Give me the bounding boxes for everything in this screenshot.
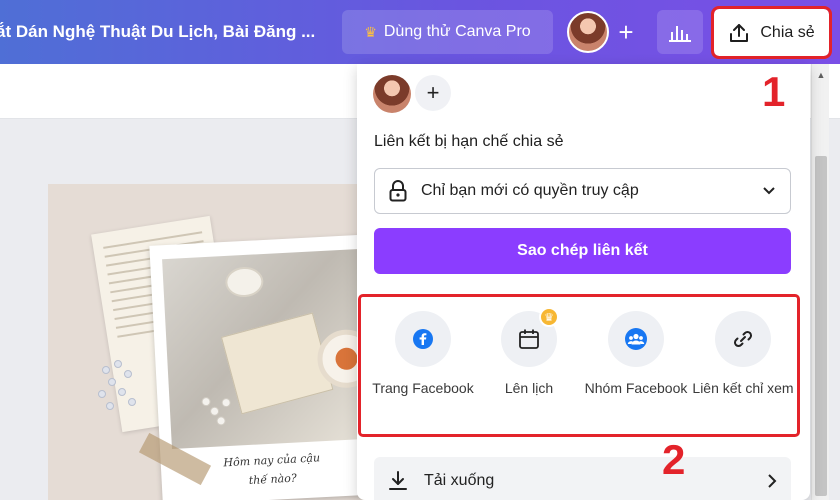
add-member-icon[interactable]: + [606,11,646,53]
design-title[interactable]: ắt Dán Nghệ Thuật Du Lịch, Bài Đăng ... [0,22,330,42]
bar-chart-icon [669,26,691,42]
upload-icon [730,23,749,42]
access-dropdown[interactable]: Chỉ bạn mới có quyền truy cập [374,168,791,214]
scroll-up-icon[interactable]: ▲ [812,70,830,80]
collaborator-avatar[interactable] [373,75,411,113]
share-options-highlight: Trang Facebook ♛ Lên lịch Nhóm Facebook … [358,294,800,437]
share-option-label: Lên lịch [504,380,554,396]
chevron-right-icon [768,474,777,488]
download-label: Tải xuống [424,472,495,489]
calendar-icon [519,329,539,349]
group-icon [625,328,647,350]
download-button[interactable]: Tải xuống [374,457,791,500]
access-label: Liên kết bị hạn chế chia sẻ [374,133,564,150]
copy-link-button[interactable]: Sao chép liên kết [374,228,791,274]
share-label: Chia sẻ [760,23,815,41]
lock-icon [389,180,407,202]
crown-icon: ♛ [539,307,559,327]
scrollbar[interactable]: ▲ [811,64,829,500]
polaroid-caption: Hôm nay của cậu thế nào? [196,448,348,493]
share-option-label: Liên kết chỉ xem [692,380,794,396]
tea-photo [162,248,374,450]
step-marker-2: 2 [662,436,686,483]
insights-button[interactable] [657,10,703,54]
flower-sticker [94,360,150,424]
share-option-view-only-link[interactable]: Liên kết chỉ xem [688,311,798,399]
user-avatar[interactable] [567,11,609,53]
share-button[interactable]: Chia sẻ [711,6,832,59]
share-option-label: Trang Facebook [372,380,474,396]
share-option-facebook-page[interactable]: Trang Facebook [368,311,478,399]
share-option-facebook-group[interactable]: Nhóm Facebook [581,311,691,399]
facebook-icon [413,329,433,349]
share-option-label: Nhóm Facebook [584,380,688,396]
access-value: Chỉ bạn mới có quyền truy cập [421,182,639,199]
share-option-schedule[interactable]: ♛ Lên lịch [474,307,584,399]
step-marker-1: 1 [762,68,786,115]
download-icon [389,471,407,490]
crown-icon: ♛ [364,23,377,40]
chevron-down-icon [763,187,775,195]
scroll-thumb[interactable] [815,156,827,496]
try-pro-label: Dùng thử Canva Pro [383,23,531,40]
add-people-button[interactable]: + [415,75,451,111]
share-panel: + Liên kết bị hạn chế chia sẻ Chỉ bạn mớ… [357,64,810,500]
top-bar: ắt Dán Nghệ Thuật Du Lịch, Bài Đăng ... … [0,0,840,64]
try-canva-pro-button[interactable]: ♛ Dùng thử Canva Pro [342,10,553,54]
link-icon [733,330,753,348]
